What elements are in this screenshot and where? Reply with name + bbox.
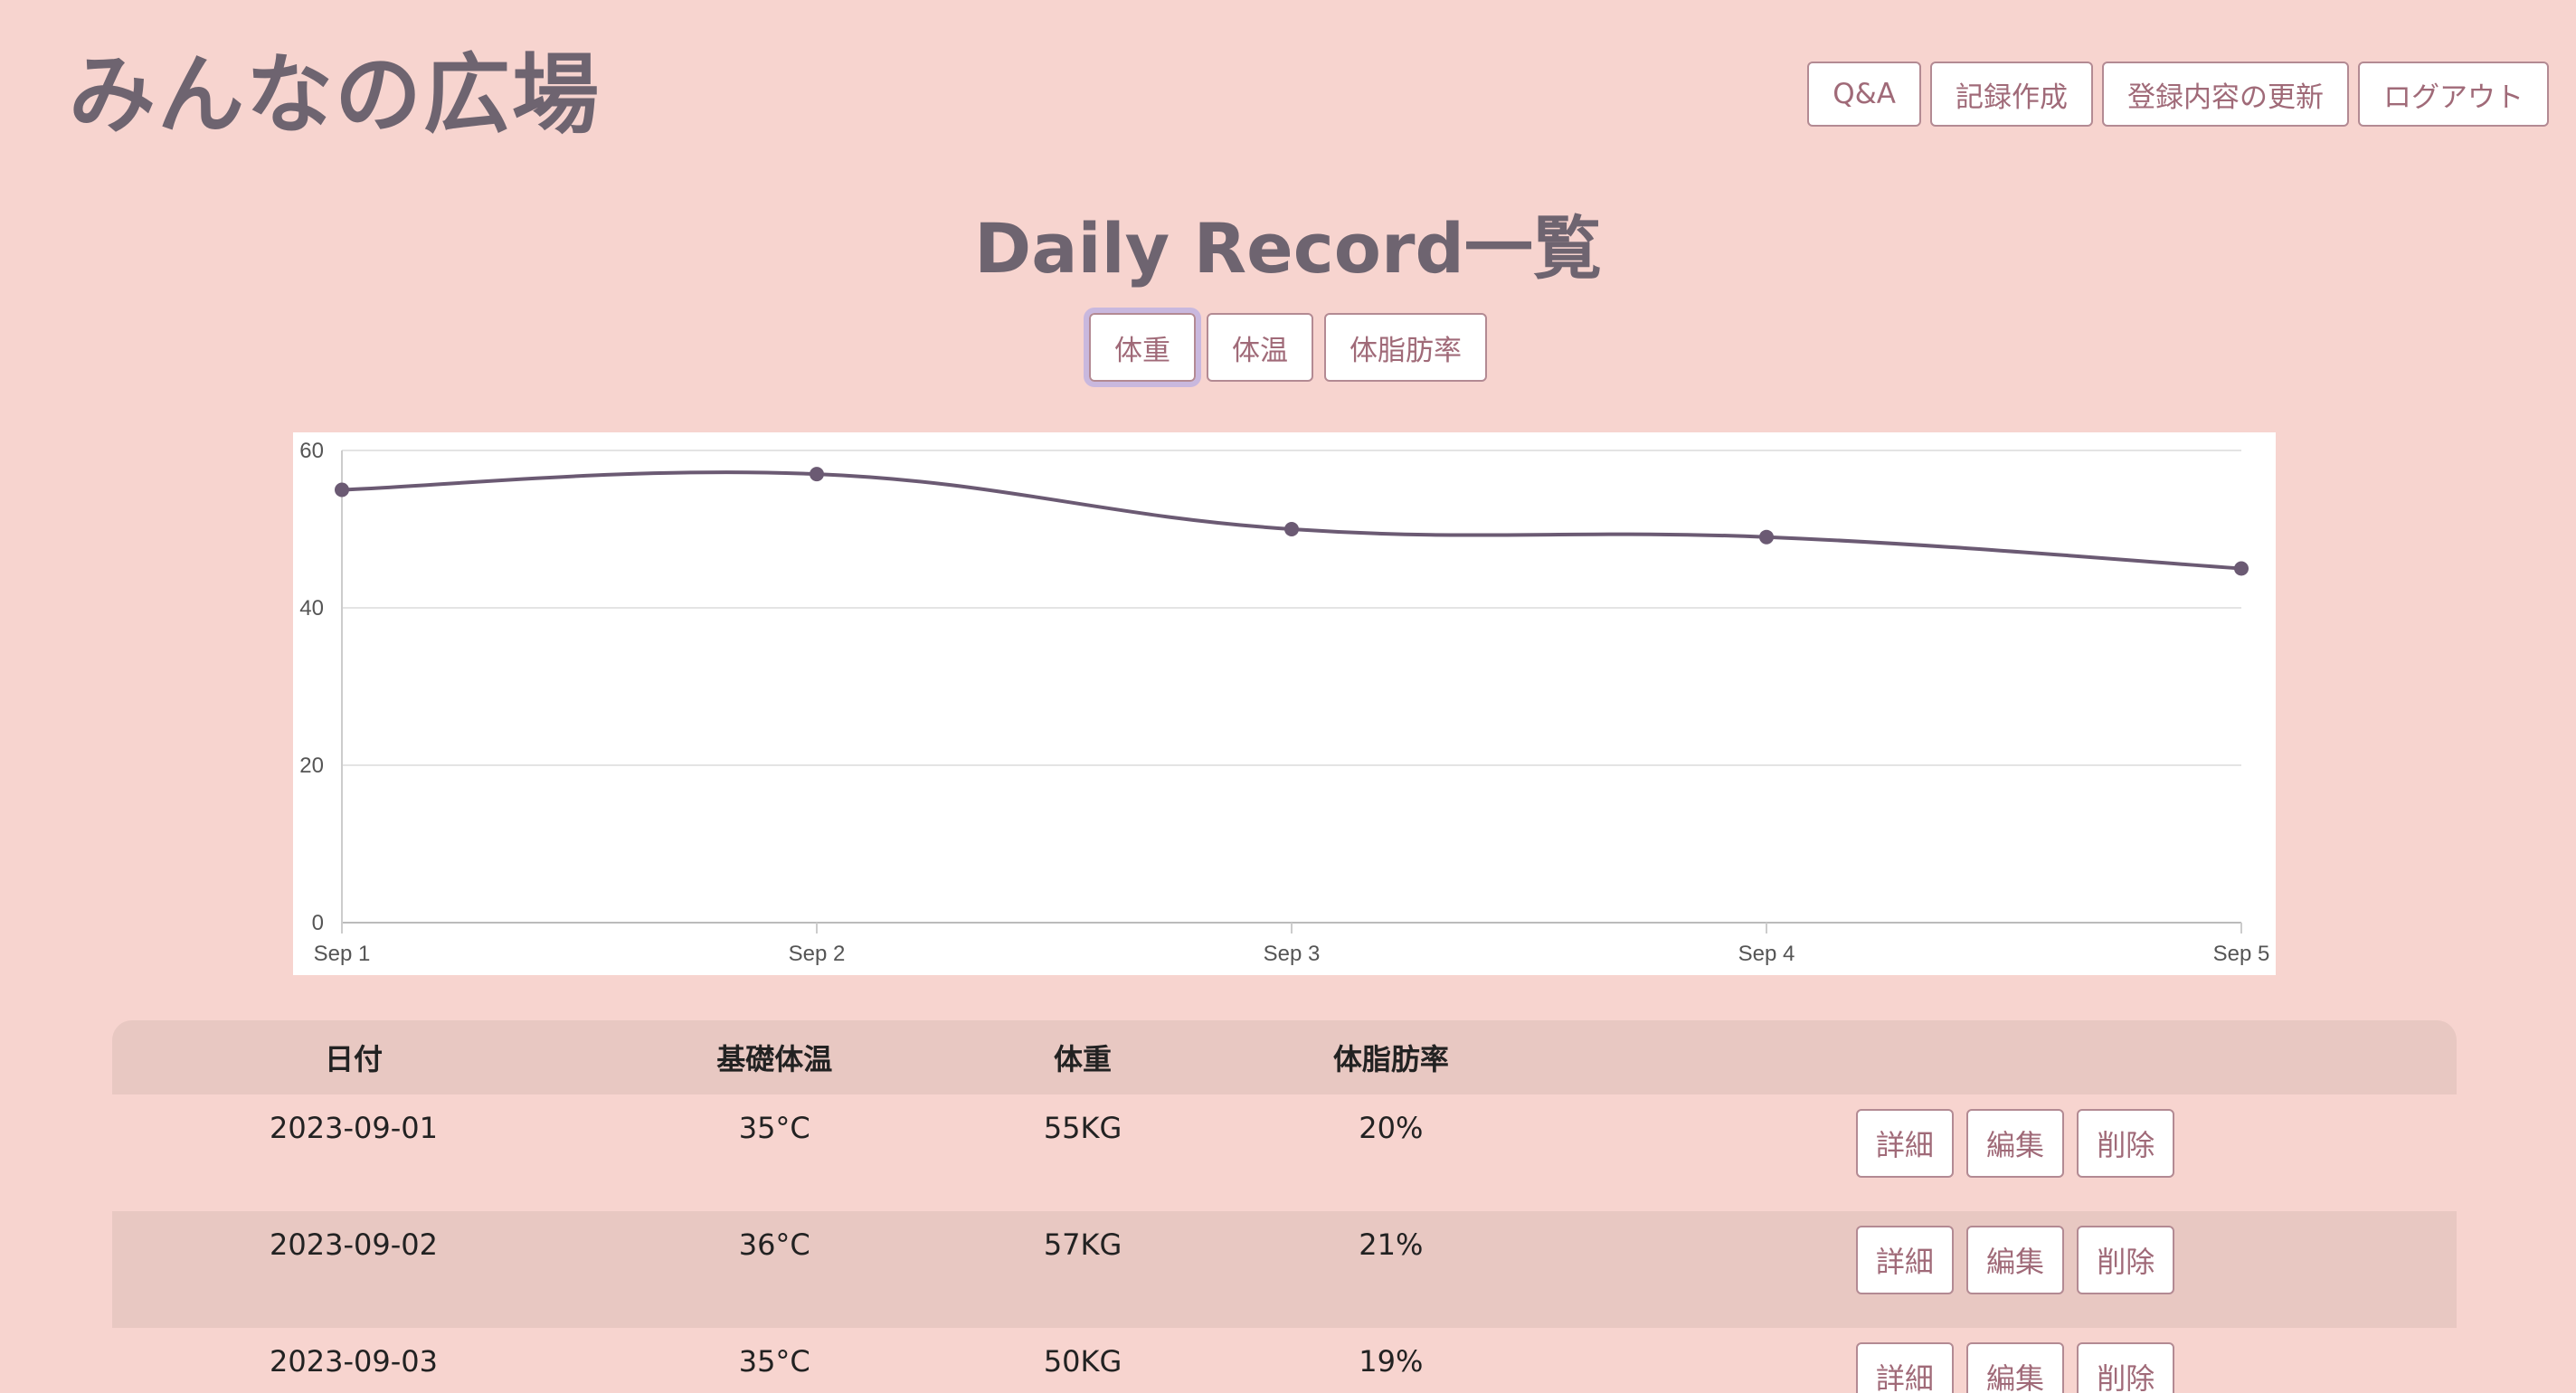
logout-button[interactable]: ログアウト <box>2358 62 2549 127</box>
series-line <box>341 470 2242 571</box>
delete-button[interactable]: 削除 <box>2077 1342 2175 1393</box>
x-tick-label: Sep 3 <box>1264 942 1321 966</box>
site-title: みんなの広場 <box>69 44 601 146</box>
cell-actions: 詳細 編集 削除 <box>1570 1094 2457 1211</box>
data-point <box>335 482 349 498</box>
cell-date: 2023-09-01 <box>270 1111 438 1145</box>
y-tick-label: 60 <box>299 439 324 463</box>
cell-fat: 19% <box>1359 1344 1424 1379</box>
data-point <box>1284 522 1299 536</box>
detail-button[interactable]: 詳細 <box>1855 1109 1954 1178</box>
x-tick-label: Sep 1 <box>314 942 371 966</box>
cell-date: 2023-09-03 <box>270 1344 438 1379</box>
header-actions <box>1570 1020 2457 1094</box>
data-point <box>810 467 824 482</box>
cell-weight: 50KG <box>1043 1344 1122 1379</box>
tab-weight[interactable]: 体重 <box>1084 308 1201 387</box>
table-row: 2023-09-02 36°C 57KG 21% 詳細 編集 削除 <box>112 1211 2457 1328</box>
header-weight: 体重 <box>1054 1042 1113 1076</box>
table-row: 2023-09-01 35°C 55KG 20% 詳細 編集 削除 <box>112 1094 2457 1211</box>
tab-body-fat[interactable]: 体脂肪率 <box>1324 313 1487 382</box>
header-body-fat: 体脂肪率 <box>1332 1042 1449 1076</box>
x-tick-label: Sep 4 <box>1738 942 1795 966</box>
y-tick-label: 40 <box>299 596 324 621</box>
y-tick-label: 0 <box>312 911 324 935</box>
cell-temp: 35°C <box>738 1111 810 1145</box>
cell-actions: 詳細 編集 削除 <box>1570 1328 2457 1393</box>
table-header-row: 日付 基礎体温 体重 体脂肪率 <box>112 1020 2457 1094</box>
page-heading: Daily Record一覧 <box>974 208 1602 289</box>
edit-button[interactable]: 編集 <box>1966 1226 2065 1294</box>
cell-actions: 詳細 編集 削除 <box>1570 1211 2457 1328</box>
cell-fat: 20% <box>1359 1111 1424 1145</box>
edit-button[interactable]: 編集 <box>1966 1109 2065 1178</box>
metric-tabs: 体重 体温 体脂肪率 <box>0 308 2576 387</box>
x-tick-label: Sep 5 <box>2213 942 2270 966</box>
cell-date: 2023-09-02 <box>270 1227 438 1262</box>
top-nav: Q&A 記録作成 登録内容の更新 ログアウト <box>1807 62 2549 127</box>
cell-temp: 36°C <box>738 1227 810 1262</box>
delete-button[interactable]: 削除 <box>2077 1109 2175 1178</box>
tab-temperature[interactable]: 体温 <box>1207 313 1313 382</box>
page: みんなの広場 Q&A 記録作成 登録内容の更新 ログアウト Daily Reco… <box>0 0 2576 1393</box>
cell-weight: 57KG <box>1043 1227 1122 1262</box>
data-point <box>2234 561 2249 576</box>
delete-button[interactable]: 削除 <box>2077 1226 2175 1294</box>
cell-temp: 35°C <box>738 1344 810 1379</box>
weight-chart: 0 20 40 60 Sep 1 Sep 2 Sep 3 Sep 4 Sep 5 <box>293 432 2276 975</box>
update-profile-button[interactable]: 登録内容の更新 <box>2102 62 2349 127</box>
x-tick-label: Sep 2 <box>789 942 846 966</box>
create-record-button[interactable]: 記録作成 <box>1930 62 2093 127</box>
cell-fat: 21% <box>1359 1227 1424 1262</box>
qa-button[interactable]: Q&A <box>1807 62 1921 127</box>
detail-button[interactable]: 詳細 <box>1855 1342 1954 1393</box>
y-tick-label: 20 <box>299 753 324 778</box>
chart-svg: 0 20 40 60 Sep 1 Sep 2 Sep 3 Sep 4 Sep 5 <box>299 439 2270 966</box>
header-date: 日付 <box>324 1042 383 1076</box>
cell-weight: 55KG <box>1043 1111 1122 1145</box>
records-table: 日付 基礎体温 体重 体脂肪率 2023-09-01 35°C 55KG 20%… <box>112 1020 2457 1393</box>
table-row: 2023-09-03 35°C 50KG 19% 詳細 編集 削除 <box>112 1328 2457 1393</box>
detail-button[interactable]: 詳細 <box>1855 1226 1954 1294</box>
header-basal-temp: 基礎体温 <box>716 1042 833 1076</box>
edit-button[interactable]: 編集 <box>1966 1342 2065 1393</box>
data-point <box>1759 529 1774 545</box>
